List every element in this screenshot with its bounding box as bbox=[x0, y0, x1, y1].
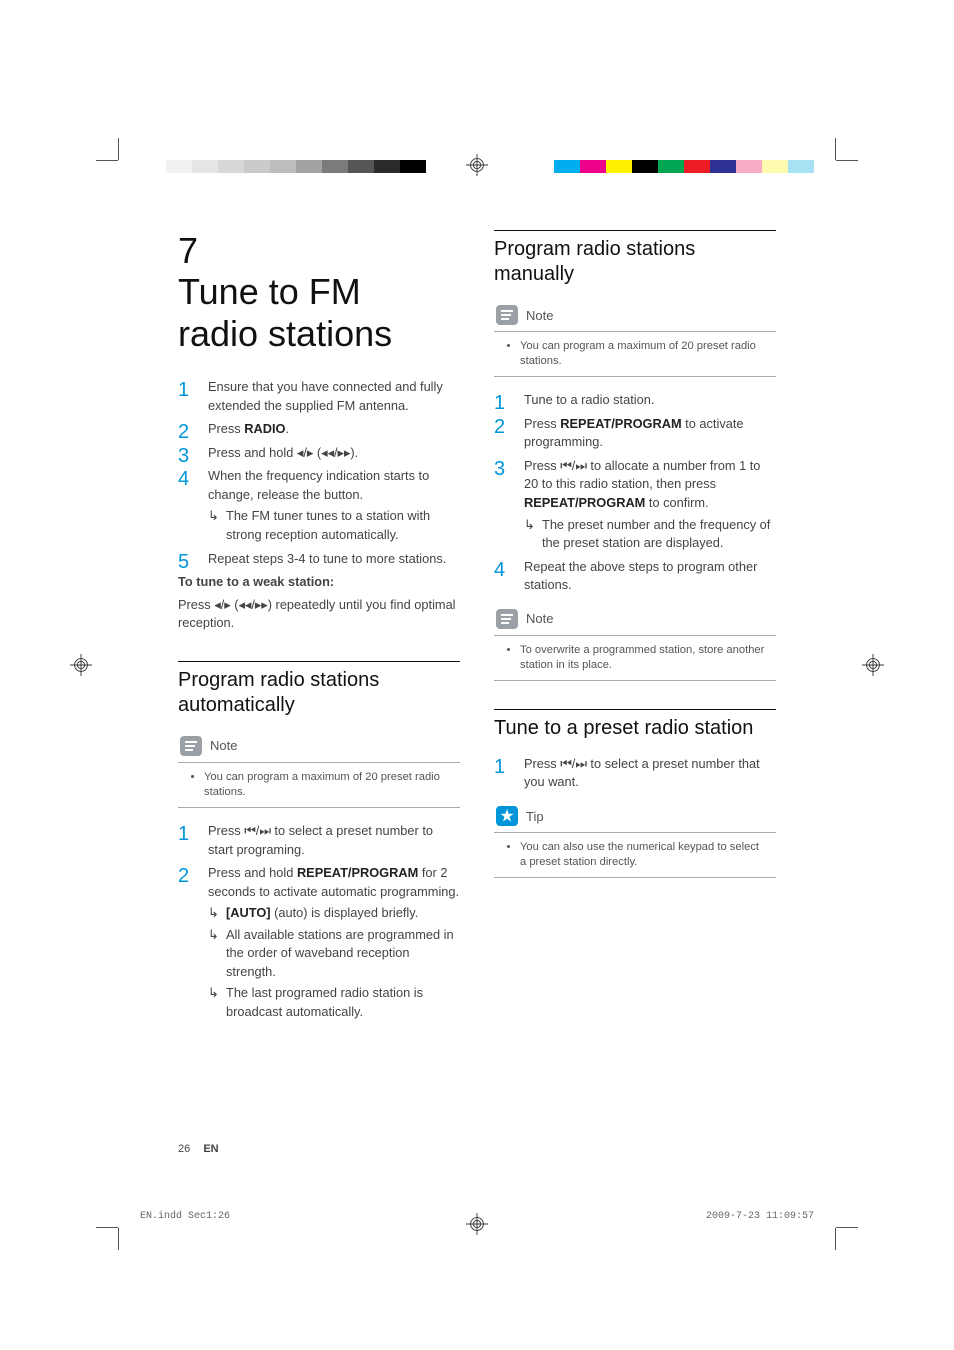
step-item: Ensure that you have connected and fully… bbox=[178, 378, 460, 415]
step-text: Press ⏮/⏭ to select a preset number to s… bbox=[208, 823, 433, 857]
note-manual: Note You can program a maximum of 20 pre… bbox=[494, 301, 776, 377]
crop-mark bbox=[96, 1227, 118, 1228]
step-item: Press ⏮/⏭ to select a preset number that… bbox=[494, 755, 776, 792]
note-icon bbox=[496, 305, 518, 325]
step-result: [AUTO] (auto) is displayed briefly. bbox=[208, 904, 460, 923]
imprint-file: EN.indd Sec1:26 bbox=[140, 1211, 230, 1222]
color-chip bbox=[322, 160, 348, 173]
color-chip bbox=[400, 160, 426, 173]
color-chip bbox=[684, 160, 710, 173]
step-text: Press RADIO. bbox=[208, 421, 289, 436]
colorbar-process bbox=[554, 160, 814, 173]
step-item: When the frequency indication starts to … bbox=[178, 467, 460, 544]
note-text: You can program a maximum of 20 preset r… bbox=[520, 339, 766, 369]
section-manual-heading: Program radio stations manually bbox=[494, 230, 776, 287]
step-text: Repeat steps 3-4 to tune to more station… bbox=[208, 551, 446, 566]
chapter-title-text: Tune to FM radio stations bbox=[178, 271, 414, 354]
left-column: 7 Tune to FM radio stations Ensure that … bbox=[178, 230, 460, 1160]
crop-mark bbox=[835, 138, 836, 160]
crop-mark bbox=[118, 1228, 119, 1250]
step-text: Press ⏮/⏭ to allocate a number from 1 to… bbox=[524, 458, 760, 510]
preset-steps: Press ⏮/⏭ to select a preset number that… bbox=[494, 755, 776, 792]
note-overwrite: Note To overwrite a programmed station, … bbox=[494, 605, 776, 681]
step-item: Press REPEAT/PROGRAM to activate program… bbox=[494, 415, 776, 452]
color-chip bbox=[658, 160, 684, 173]
color-chip bbox=[788, 160, 814, 173]
color-chip bbox=[710, 160, 736, 173]
step-text: Tune to a radio station. bbox=[524, 392, 654, 407]
note-label: Note bbox=[526, 308, 553, 323]
section-auto-heading: Program radio stations automatically bbox=[178, 661, 460, 718]
auto-steps: Press ⏮/⏭ to select a preset number to s… bbox=[178, 822, 460, 1021]
crop-mark bbox=[835, 1228, 836, 1250]
crop-mark bbox=[836, 1227, 858, 1228]
page-number: 26 bbox=[178, 1143, 190, 1155]
note-icon bbox=[180, 736, 202, 756]
note-text: To overwrite a programmed station, store… bbox=[520, 643, 766, 673]
color-chip bbox=[374, 160, 400, 173]
color-chip bbox=[736, 160, 762, 173]
tune-steps: Ensure that you have connected and fully… bbox=[178, 378, 460, 568]
tip-text: You can also use the numerical keypad to… bbox=[520, 840, 766, 870]
page-language: EN bbox=[203, 1143, 218, 1155]
step-result: The last programed radio station is broa… bbox=[208, 984, 460, 1021]
step-item: Press and hold REPEAT/PROGRAM for 2 seco… bbox=[178, 864, 460, 1021]
step-text: Press REPEAT/PROGRAM to activate program… bbox=[524, 416, 744, 450]
step-text: Press ⏮/⏭ to select a preset number that… bbox=[524, 756, 760, 790]
step-result: The preset number and the frequency of t… bbox=[524, 516, 776, 553]
step-item: Tune to a radio station. bbox=[494, 391, 776, 410]
color-chip bbox=[580, 160, 606, 173]
tip-callout: Tip You can also use the numerical keypa… bbox=[494, 802, 776, 878]
page-footer: 26 EN bbox=[178, 1143, 219, 1155]
step-text: Press and hold REPEAT/PROGRAM for 2 seco… bbox=[208, 865, 459, 899]
color-chip bbox=[140, 160, 166, 173]
color-chip bbox=[270, 160, 296, 173]
note-label: Note bbox=[526, 611, 553, 626]
tip-icon bbox=[496, 806, 518, 826]
chapter-title: 7 Tune to FM radio stations bbox=[178, 230, 460, 354]
right-column: Program radio stations manually Note You… bbox=[494, 230, 776, 1160]
weak-station-heading: To tune to a weak station: bbox=[178, 573, 460, 592]
registration-mark-icon bbox=[70, 654, 92, 676]
step-item: Repeat steps 3-4 to tune to more station… bbox=[178, 550, 460, 569]
step-item: Press ⏮/⏭ to select a preset number to s… bbox=[178, 822, 460, 859]
color-chip bbox=[348, 160, 374, 173]
imprint-timestamp: 2009-7-23 11:09:57 bbox=[706, 1211, 814, 1222]
crop-mark bbox=[96, 160, 118, 161]
step-item: Press RADIO. bbox=[178, 420, 460, 439]
step-text: Repeat the above steps to program other … bbox=[524, 559, 757, 593]
imprint-line: EN.indd Sec1:26 2009-7-23 11:09:57 bbox=[140, 1211, 814, 1222]
step-text: Ensure that you have connected and fully… bbox=[208, 379, 443, 413]
step-result: The FM tuner tunes to a station with str… bbox=[208, 507, 460, 544]
weak-station-text: Press ◂/▸ (◂◂/▸▸) repeatedly until you f… bbox=[178, 596, 460, 633]
step-item: Repeat the above steps to program other … bbox=[494, 558, 776, 595]
color-chip bbox=[192, 160, 218, 173]
step-text: Press and hold ◂/▸ (◂◂/▸▸). bbox=[208, 445, 358, 460]
step-item: Press ⏮/⏭ to allocate a number from 1 to… bbox=[494, 457, 776, 553]
note-auto: Note You can program a maximum of 20 pre… bbox=[178, 732, 460, 808]
step-text: When the frequency indication starts to … bbox=[208, 468, 429, 502]
crop-mark bbox=[836, 160, 858, 161]
color-chip bbox=[632, 160, 658, 173]
registration-mark-icon bbox=[862, 654, 884, 676]
registration-mark-icon bbox=[466, 154, 488, 176]
color-chip bbox=[166, 160, 192, 173]
tip-label: Tip bbox=[526, 809, 544, 824]
color-chip bbox=[554, 160, 580, 173]
step-item: Press and hold ◂/▸ (◂◂/▸▸). bbox=[178, 444, 460, 463]
step-result: All available stations are programmed in… bbox=[208, 926, 460, 982]
color-chip bbox=[218, 160, 244, 173]
color-chip bbox=[606, 160, 632, 173]
note-label: Note bbox=[210, 738, 237, 753]
color-chip bbox=[762, 160, 788, 173]
note-icon bbox=[496, 609, 518, 629]
color-chip bbox=[244, 160, 270, 173]
crop-mark bbox=[118, 138, 119, 160]
color-chip bbox=[296, 160, 322, 173]
section-preset-heading: Tune to a preset radio station bbox=[494, 709, 776, 741]
colorbar-grayscale bbox=[140, 160, 426, 173]
note-text: You can program a maximum of 20 preset r… bbox=[204, 770, 450, 800]
chapter-number: 7 bbox=[178, 230, 218, 271]
manual-steps: Tune to a radio station. Press REPEAT/PR… bbox=[494, 391, 776, 594]
